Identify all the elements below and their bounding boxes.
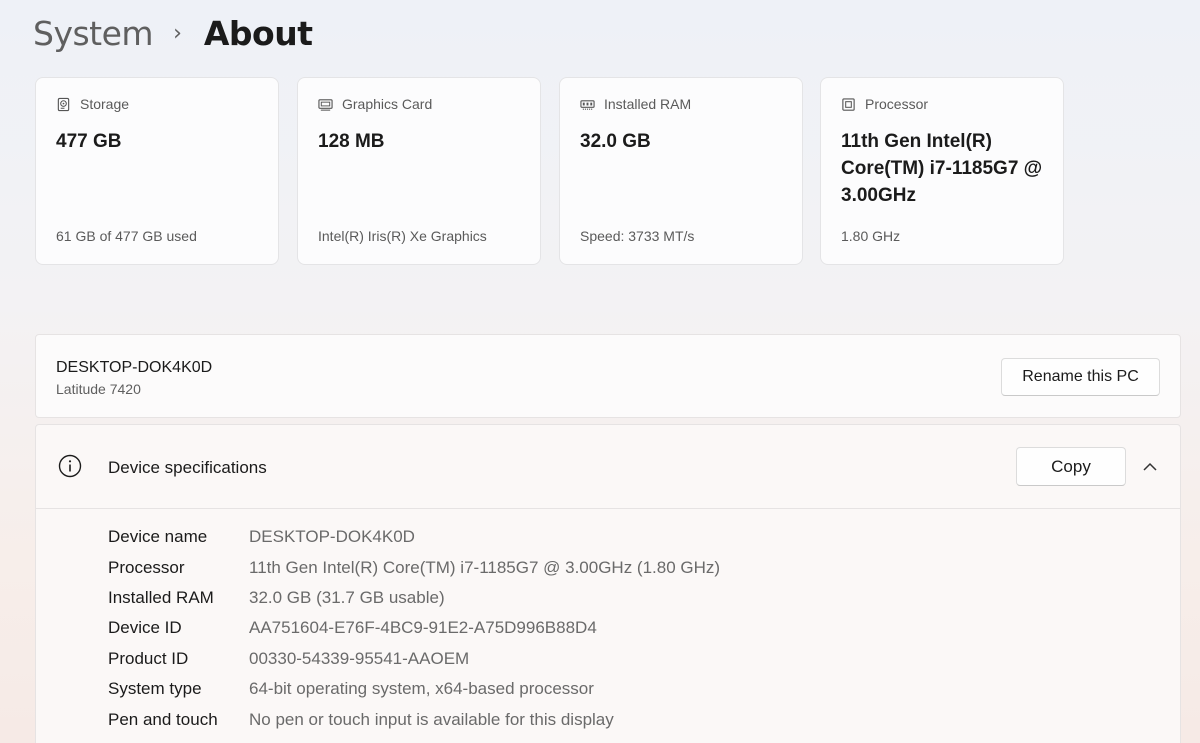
spec-label: Product ID [108,648,189,668]
spec-value: 00330-54339-95541-AAOEM [249,648,470,668]
info-icon [58,454,82,478]
spec-label: Device name [108,527,208,547]
spec-value: DESKTOP-DOK4K0D [249,527,415,547]
graphics-card-header: Graphics Card [318,96,432,112]
ram-value: 32.0 GB [580,131,651,152]
spec-row-device-name: Device name DESKTOP-DOK4K0D [108,522,720,552]
graphics-card-label: Graphics Card [342,96,433,112]
graphics-card-value: 128 MB [318,131,385,152]
page-title: About [203,13,313,53]
processor-icon [842,97,855,111]
processor-card: Processor 11th Gen Intel(R) Core(TM) i7-… [820,77,1064,265]
graphics-card: Graphics Card 128 MB Intel(R) Iris(R) Xe… [297,77,541,265]
spec-row-processor: Processor 11th Gen Intel(R) Core(TM) i7-… [108,552,720,582]
storage-card: Storage 477 GB 61 GB of 477 GB used [35,77,279,265]
spec-row-device-id: Device ID AA751604-E76F-4BC9-91E2-A75D99… [108,613,720,643]
device-specifications-panel: Device specifications Copy Device name D… [35,424,1181,743]
spec-rows: Device name DESKTOP-DOK4K0D Processor 11… [108,522,720,735]
storage-value: 477 GB [56,131,122,152]
processor-value: 11th Gen Intel(R) Core(TM) i7-1185G7 @ 3… [841,131,1043,206]
spec-value: 32.0 GB (31.7 GB usable) [249,587,445,607]
pc-model: Latitude 7420 [56,381,141,397]
spec-value: No pen or touch input is available for t… [249,709,614,729]
storage-usage: 61 GB of 477 GB used [56,228,197,244]
spec-label: System type [108,679,202,699]
spec-row-product-id: Product ID 00330-54339-95541-AAOEM [108,644,720,674]
breadcrumb-system[interactable]: System [33,14,154,53]
processor-speed: 1.80 GHz [841,228,901,244]
spec-label: Installed RAM [108,587,214,607]
pc-name-panel: DESKTOP-DOK4K0D Latitude 7420 Rename thi… [35,334,1181,418]
pc-name: DESKTOP-DOK4K0D [56,359,213,376]
device-specifications-header[interactable]: Device specifications Copy [36,425,1180,509]
rename-pc-button[interactable]: Rename this PC [1001,358,1160,396]
storage-label: Storage [80,96,130,112]
spec-value: 64-bit operating system, x64-based proce… [249,679,594,699]
spec-row-pen-and-touch: Pen and touch No pen or touch input is a… [108,704,720,734]
chevron-up-icon[interactable] [1142,460,1158,474]
spec-label: Pen and touch [108,709,218,729]
ram-icon [580,99,595,110]
spec-value: AA751604-E76F-4BC9-91E2-A75D996B88D4 [249,618,597,638]
spec-value: 11th Gen Intel(R) Core(TM) i7-1185G7 @ 3… [249,557,721,577]
ram-label: Installed RAM [604,96,692,112]
graphics-card-model: Intel(R) Iris(R) Xe Graphics [318,228,487,244]
ram-card: Installed RAM 32.0 GB Speed: 3733 MT/s [559,77,803,265]
storage-icon [57,97,70,111]
processor-label: Processor [865,96,929,112]
graphics-card-icon [318,98,333,111]
ram-speed: Speed: 3733 MT/s [580,228,695,244]
device-specifications-title: Device specifications [108,458,267,477]
spec-row-installed-ram: Installed RAM 32.0 GB (31.7 GB usable) [108,583,720,613]
spec-label: Processor [108,557,185,577]
spec-row-system-type: System type 64-bit operating system, x64… [108,674,720,704]
copy-button[interactable]: Copy [1016,447,1126,486]
storage-card-header: Storage [56,96,129,112]
spec-label: Device ID [108,618,182,638]
breadcrumb: System › About [33,10,313,56]
breadcrumb-separator: › [173,20,182,46]
processor-card-header: Processor [841,96,928,112]
ram-card-header: Installed RAM [580,96,691,112]
